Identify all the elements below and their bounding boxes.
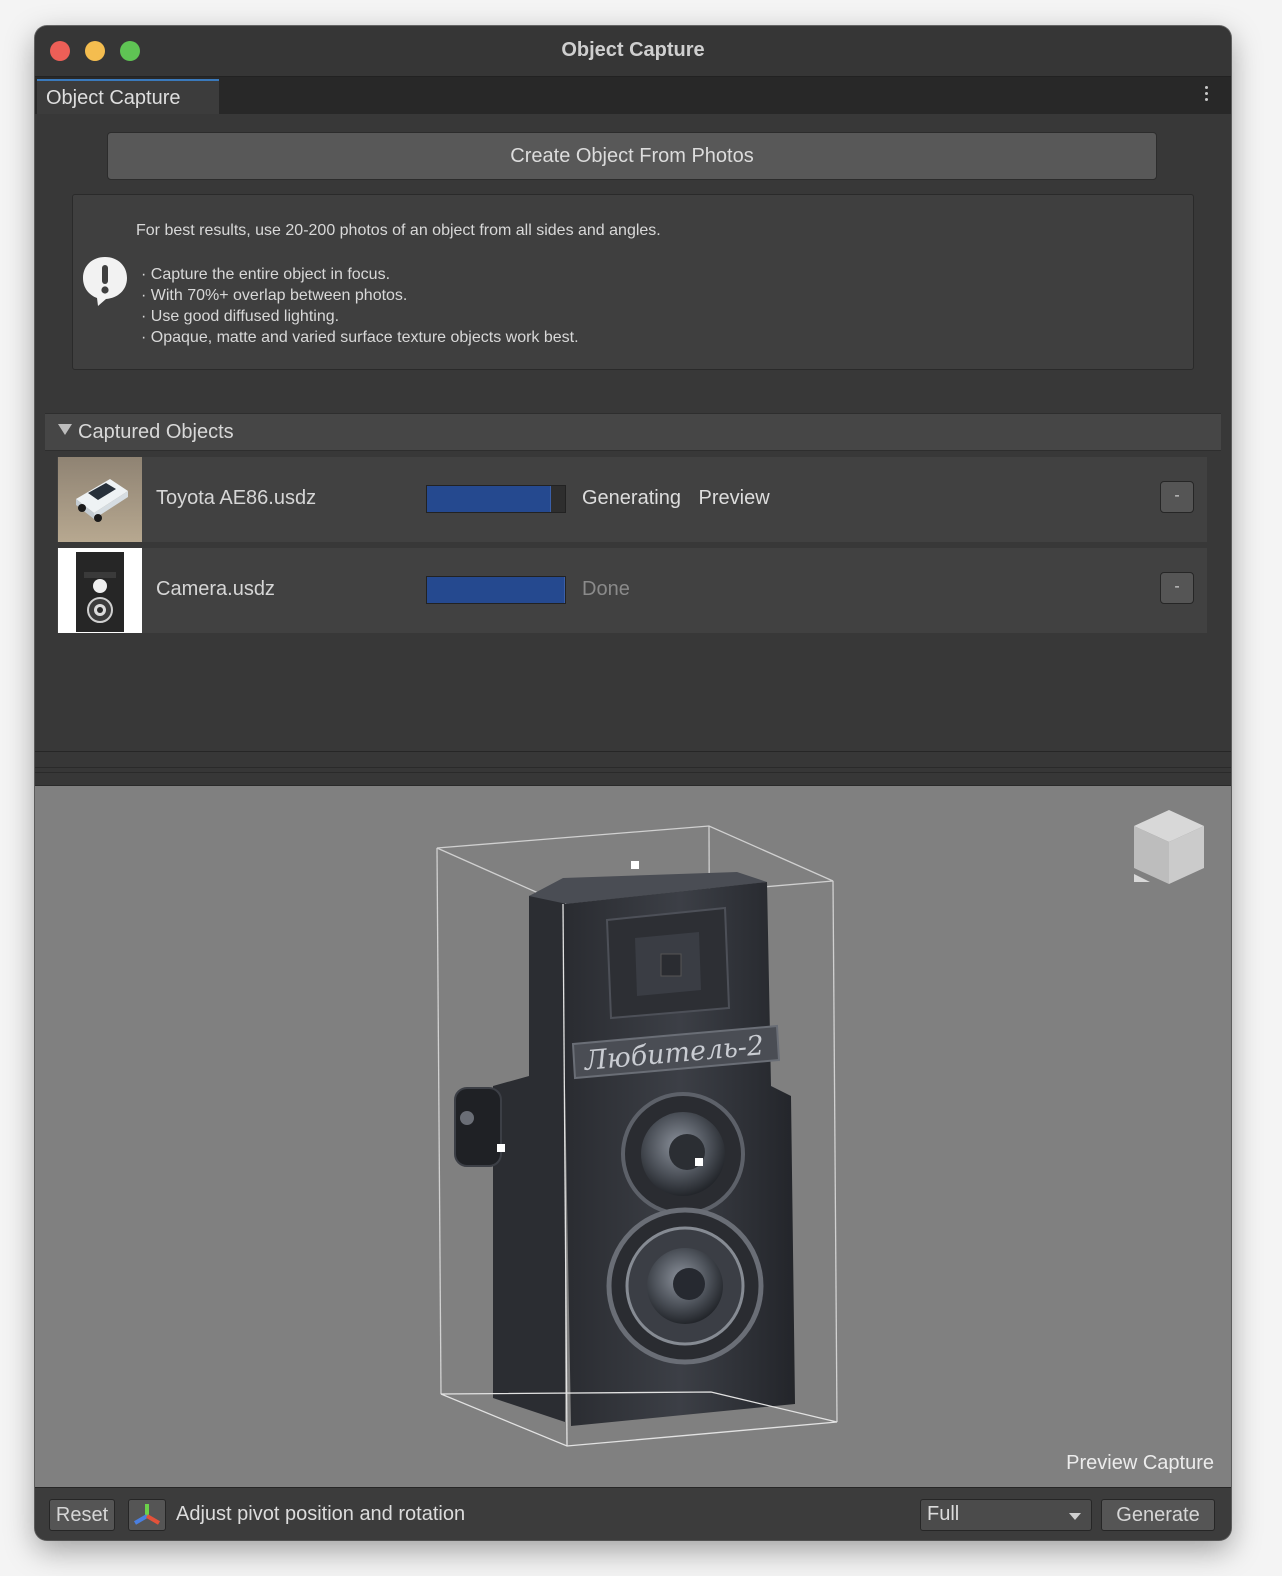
captured-object-row[interactable]: Camera.usdz Done - — [57, 548, 1207, 633]
progress-bar — [426, 485, 566, 513]
tab-bar: Object Capture — [35, 77, 1231, 115]
camera-model[interactable]: Любитель-2 — [35, 786, 1231, 1488]
remove-object-button[interactable]: - — [1160, 572, 1194, 604]
status-text: Done — [582, 578, 630, 600]
preview-caption: Preview Capture — [1066, 1452, 1214, 1474]
chevron-down-icon — [1069, 1513, 1081, 1520]
help-intro-text: For best results, use 20-200 photos of a… — [136, 222, 661, 239]
info-exclamation-icon — [81, 255, 129, 312]
panel-splitter[interactable] — [35, 751, 1231, 786]
window-title: Object Capture — [561, 39, 705, 61]
help-box: For best results, use 20-200 photos of a… — [72, 194, 1194, 370]
preview-viewport[interactable]: Любитель-2 Preview Capture — [35, 785, 1231, 1488]
quality-value: Full — [927, 1503, 960, 1525]
more-options-icon[interactable] — [1203, 84, 1209, 104]
help-bullet: · With 70%+ overlap between photos. — [141, 287, 408, 304]
create-object-button[interactable]: Create Object From Photos — [107, 132, 1157, 180]
title-bar: Object Capture — [35, 26, 1231, 77]
pivot-gizmo-icon — [133, 1504, 161, 1525]
progress-fill — [427, 486, 552, 512]
tab-object-capture[interactable]: Object Capture — [37, 79, 219, 114]
quality-dropdown[interactable]: Full — [920, 1499, 1092, 1531]
car-thumbnail — [58, 457, 142, 542]
reset-button[interactable]: Reset — [49, 1499, 115, 1531]
camera-thumbnail — [58, 548, 142, 633]
pivot-label: Adjust pivot position and rotation — [176, 1503, 466, 1525]
remove-object-button[interactable]: - — [1160, 481, 1194, 513]
foldout-triangle-icon[interactable] — [58, 424, 72, 435]
progress-bar — [426, 576, 566, 604]
captured-object-row[interactable]: Toyota AE86.usdz Generating Preview - — [57, 457, 1207, 542]
object-name: Toyota AE86.usdz — [156, 487, 317, 509]
object-name: Camera.usdz — [156, 578, 275, 600]
captured-objects-foldout[interactable]: Captured Objects — [45, 413, 1221, 451]
bottom-toolbar: Reset Adjust pivot position and rotation… — [35, 1487, 1231, 1540]
object-capture-window: Object Capture Object Capture Create Obj… — [35, 26, 1231, 1540]
help-bullet: · Opaque, matte and varied surface textu… — [141, 329, 579, 346]
captured-objects-label: Captured Objects — [78, 421, 234, 443]
pivot-gizmo-button[interactable] — [128, 1499, 166, 1531]
generate-button[interactable]: Generate — [1101, 1499, 1215, 1531]
capture-panel: Create Object From Photos For best resul… — [35, 114, 1231, 751]
view-cube-icon[interactable] — [1132, 808, 1206, 893]
status-text: Generating Preview — [582, 487, 770, 509]
help-bullet-list: · Capture the entire object in focus. · … — [141, 264, 579, 348]
help-bullet: · Use good diffused lighting. — [141, 308, 340, 325]
help-bullet: · Capture the entire object in focus. — [141, 266, 391, 283]
progress-fill — [427, 577, 565, 603]
